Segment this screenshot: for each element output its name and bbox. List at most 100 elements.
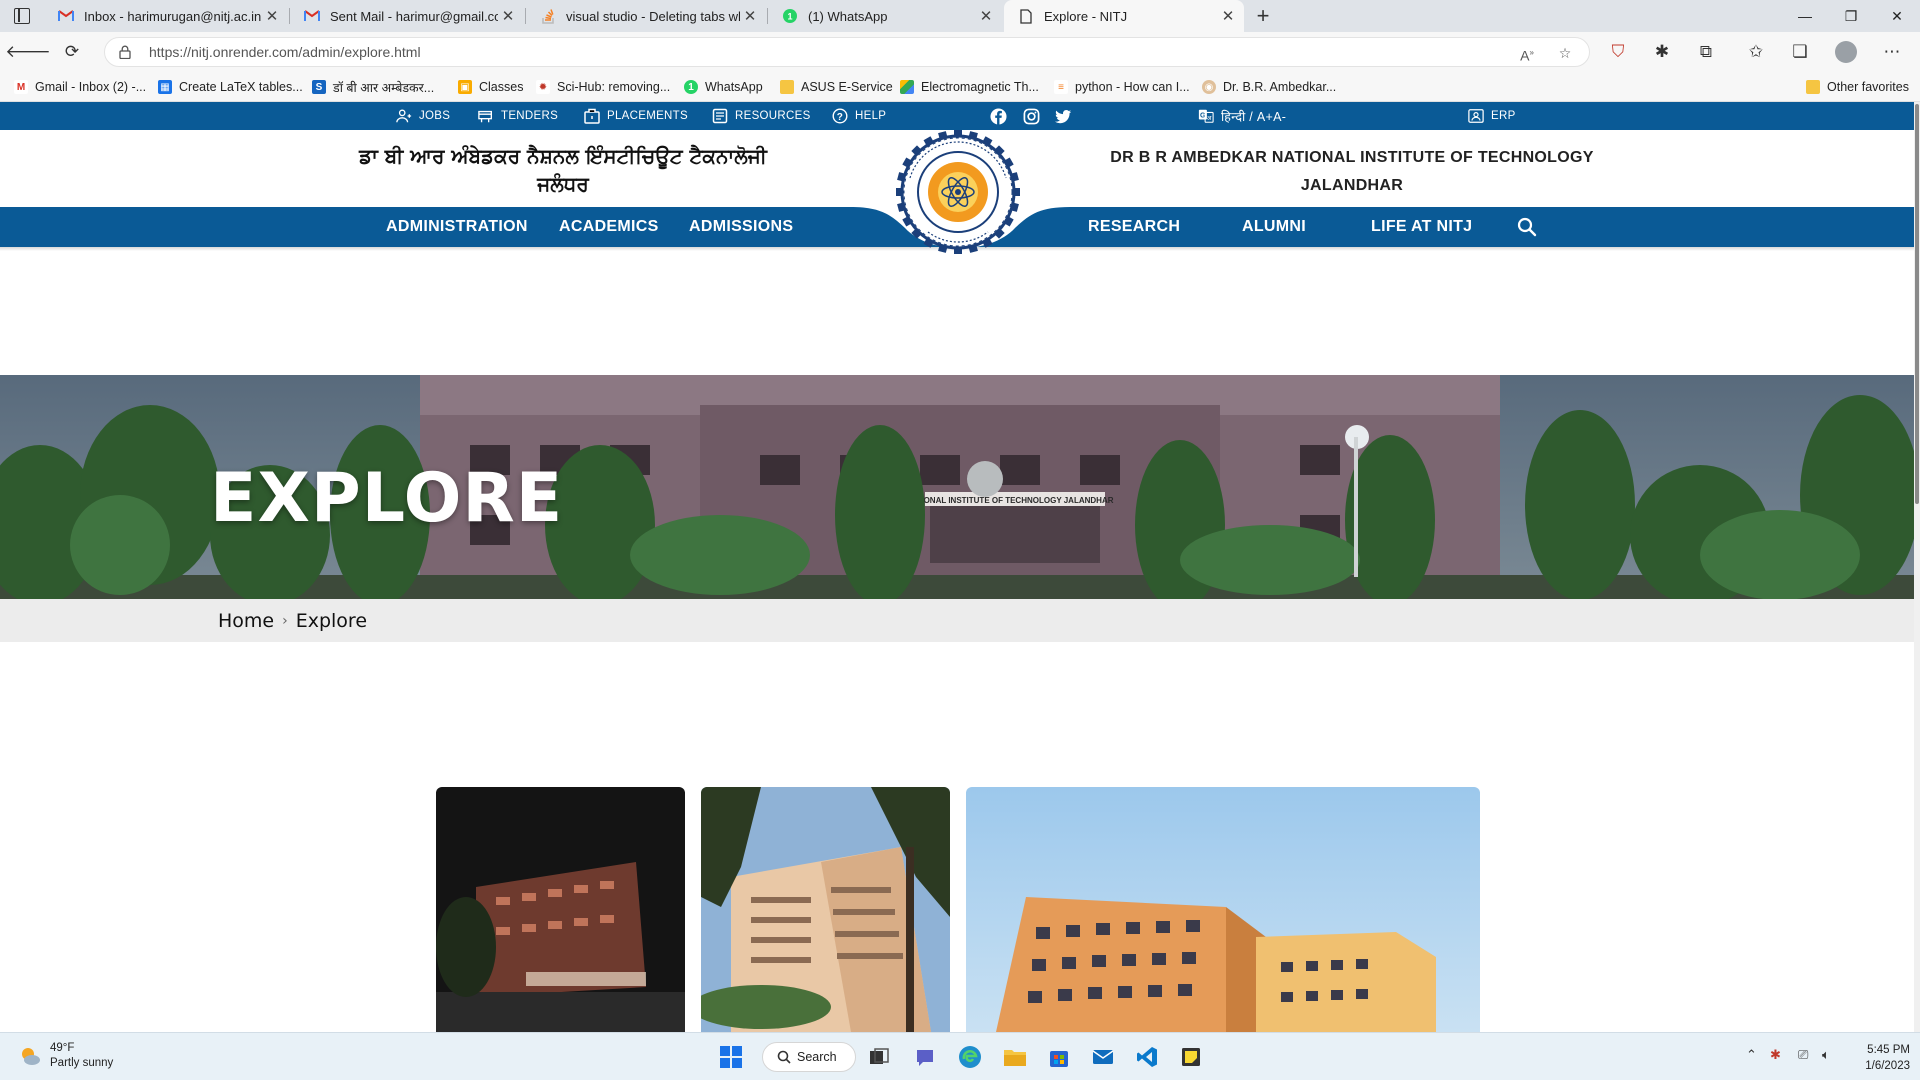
new-tab-button[interactable]: + (1248, 0, 1278, 32)
util-label: HELP (855, 110, 887, 122)
tab-label: Inbox - harimurugan@nitj.ac.in · (84, 8, 262, 24)
table-icon: ▦ (158, 80, 172, 94)
stackoverflow-icon: ≡ (1054, 80, 1068, 94)
instagram-icon[interactable] (1023, 108, 1040, 125)
favorite-label: डॉ बी आर अम्बेडकर... (333, 80, 435, 95)
util-jobs[interactable]: JOBS (396, 102, 450, 130)
favorite-latex-tables[interactable]: ▦ Create LaTeX tables... (158, 78, 303, 96)
restore-icon[interactable]: ❐ (1828, 0, 1874, 32)
nav-alumni[interactable]: ALUMNI (1242, 207, 1306, 247)
favorite-label: Create LaTeX tables... (179, 80, 303, 94)
extensions-icon[interactable]: ⧉ (1692, 38, 1720, 66)
nav-life-at-nitj[interactable]: LIFE AT NITJ (1371, 207, 1472, 247)
favorite-label: python - How can I... (1075, 80, 1190, 94)
window-close-icon[interactable]: ✕ (1874, 0, 1920, 32)
weather-widget[interactable]: 49°F Partly sunny (18, 1041, 113, 1071)
favorites-icon[interactable]: ✩ (1742, 38, 1770, 66)
nav-research[interactable]: RESEARCH (1088, 207, 1180, 247)
tab-label: visual studio - Deleting tabs whe (566, 8, 740, 24)
util-label: PLACEMENTS (607, 110, 688, 122)
taskbar-search[interactable]: Search (762, 1042, 856, 1072)
extension-shield-icon[interactable]: ⛉ (1604, 38, 1632, 66)
lock-icon (119, 45, 131, 59)
task-view-icon[interactable] (864, 1042, 894, 1072)
tab-label: Explore - NITJ (1044, 8, 1128, 24)
refresh-icon[interactable]: ⟳ (58, 38, 86, 66)
more-menu-icon[interactable]: ⋯ (1878, 38, 1906, 66)
nav-administration[interactable]: ADMINISTRATION (386, 207, 528, 247)
file-explorer-icon[interactable] (1000, 1042, 1030, 1072)
close-icon[interactable]: ✕ (740, 7, 760, 25)
tray-app-icon[interactable]: ✱ (1770, 1047, 1781, 1063)
nav-admissions[interactable]: ADMISSIONS (689, 207, 793, 247)
tab-actions-icon[interactable] (14, 8, 30, 24)
back-icon[interactable]: 🡐 (5, 38, 51, 66)
start-icon[interactable] (716, 1042, 746, 1072)
folder-icon (1806, 80, 1820, 94)
favorite-electromagnetic[interactable]: Electromagnetic Th... (900, 78, 1039, 96)
sticky-notes-icon[interactable] (1176, 1042, 1206, 1072)
windows-taskbar: 49°F Partly sunny Search ⌃ ✱ ⎚ 🔈︎ 5:45 P… (0, 1032, 1920, 1080)
util-tenders[interactable]: TENDERS (478, 102, 558, 130)
favorite-hindi-site[interactable]: S डॉ बी आर अम्बेडकर... (312, 78, 434, 96)
close-icon[interactable]: ✕ (1218, 7, 1238, 25)
gallery-image-night-building[interactable] (436, 787, 685, 1032)
gallery-image-building-trees[interactable] (701, 787, 950, 1032)
address-bar[interactable]: https://nitj.onrender.com/admin/explore.… (104, 37, 1590, 67)
institute-name-english: DR B R AMBEDKAR NATIONAL INSTITUTE OF TE… (1110, 144, 1594, 200)
read-aloud-icon[interactable]: A» (1517, 43, 1537, 64)
favorite-scihub[interactable]: ✹ Sci-Hub: removing... (536, 78, 670, 96)
facebook-icon[interactable] (990, 108, 1007, 125)
favorite-label: Gmail - Inbox (2) -... (35, 80, 147, 94)
mail-icon[interactable] (1088, 1042, 1118, 1072)
punjabi-line-1: ਡਾ ਬੀ ਆਰ ਅੰਬੇਡਕਰ ਨੈਸ਼ਨਲ ਇੰਸਟੀਚਿਊਟ ਟੈਕਨਾਲ… (359, 144, 767, 168)
close-icon[interactable]: ✕ (498, 7, 518, 25)
close-icon[interactable]: ✕ (976, 7, 996, 25)
favorite-classes[interactable]: ▣ Classes (458, 78, 523, 96)
svg-text:?: ? (837, 112, 843, 123)
collections-icon[interactable]: ❏ (1786, 38, 1814, 66)
vscode-icon[interactable] (1132, 1042, 1162, 1072)
tab-sent-mail[interactable]: Sent Mail - harimur@gmail.com ✕ (290, 0, 524, 32)
favorite-label: ASUS E-Service (801, 80, 893, 94)
search-icon[interactable] (1517, 217, 1537, 237)
teams-chat-icon[interactable] (910, 1042, 940, 1072)
network-icon[interactable]: ⎚ (1798, 1047, 1808, 1063)
gallery-image-orange-buildings[interactable] (966, 787, 1480, 1032)
nitj-logo[interactable] (894, 128, 1022, 260)
util-erp[interactable]: ERP (1468, 102, 1516, 130)
breadcrumb-home[interactable]: Home (218, 610, 274, 632)
favorite-whatsapp[interactable]: 1 WhatsApp (684, 78, 763, 96)
minimize-icon[interactable]: — (1782, 0, 1828, 32)
favorite-label: Electromagnetic Th... (921, 80, 1039, 94)
favorite-asus[interactable]: ASUS E-Service (780, 78, 893, 96)
orange-buildings-photo (966, 787, 1480, 1032)
tab-gmail-inbox[interactable]: Inbox - harimurugan@nitj.ac.in · ✕ (44, 0, 288, 32)
add-favorite-icon[interactable]: ☆ (1555, 43, 1575, 63)
gmail-icon (304, 8, 320, 24)
store-icon[interactable] (1044, 1042, 1074, 1072)
volume-icon[interactable]: 🔈︎ (1822, 1047, 1830, 1063)
profile-avatar[interactable] (1832, 38, 1860, 66)
favorite-gmail[interactable]: M Gmail - Inbox (2) -... (14, 78, 146, 96)
util-placements[interactable]: PLACEMENTS (584, 102, 688, 130)
close-icon[interactable]: ✕ (262, 7, 282, 25)
favorite-ambedkar[interactable]: ◉ Dr. B.R. Ambedkar... (1202, 78, 1336, 96)
language-toggle[interactable]: Gअ हिन्दी / A+A- (1198, 102, 1286, 130)
tab-visual-studio[interactable]: visual studio - Deleting tabs whe ✕ (526, 0, 766, 32)
util-help[interactable]: ? HELP (832, 102, 886, 130)
edge-icon[interactable] (955, 1042, 985, 1072)
nav-academics[interactable]: ACADEMICS (559, 207, 659, 247)
util-label: JOBS (419, 110, 451, 122)
twitter-icon[interactable] (1055, 108, 1072, 125)
util-resources[interactable]: RESOURCES (712, 102, 811, 130)
favorite-label: Dr. B.R. Ambedkar... (1223, 80, 1337, 94)
extension-bug-icon[interactable]: ✱ (1648, 38, 1676, 66)
tray-overflow-icon[interactable]: ⌃ (1746, 1047, 1757, 1063)
system-clock[interactable]: 5:45 PM 1/6/2023 (1854, 1042, 1910, 1074)
tab-whatsapp[interactable]: 1 (1) WhatsApp ✕ (768, 0, 1002, 32)
scrollbar-thumb[interactable] (1915, 104, 1919, 504)
favorite-other[interactable]: Other favorites (1806, 78, 1909, 96)
tab-explore-nitj[interactable]: Explore - NITJ ✕ (1004, 0, 1244, 32)
favorite-python[interactable]: ≡ python - How can I... (1054, 78, 1190, 96)
